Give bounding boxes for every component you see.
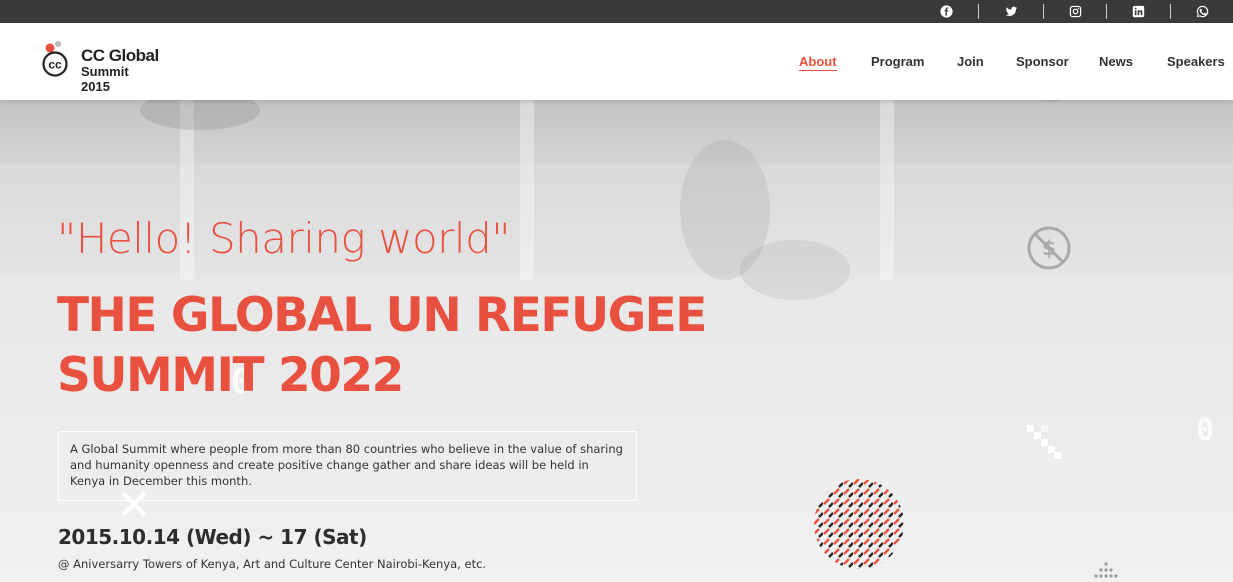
site-header: cc CC Global Summit 2015 About Program J… — [0, 23, 1233, 100]
svg-text:cc: cc — [48, 58, 62, 72]
instagram-icon[interactable] — [1065, 0, 1085, 23]
logo-text-line2: Summit 2015 — [81, 64, 129, 94]
linkedin-icon[interactable] — [1128, 0, 1148, 23]
background-decor — [880, 100, 894, 280]
cc-logo-icon: cc — [42, 41, 68, 77]
hero-title-line: SUMMIT 2022 — [57, 348, 404, 403]
nav-about[interactable]: About — [799, 54, 837, 71]
hero-description-box: A Global Summit where people from more t… — [58, 431, 637, 501]
social-divider — [978, 4, 979, 19]
pattern-ball-decor — [814, 479, 904, 569]
hero-section: $ 0 0 "Hello! Sharing world" THE GLOBAL … — [0, 100, 1233, 582]
hero-title-line: THE GLOBAL UN REFUGEE — [57, 288, 707, 343]
nav-news[interactable]: News — [1099, 54, 1133, 69]
event-date: 2015.10.14 (Wed) ~ 17 (Sat) — [58, 525, 367, 549]
hero-description: A Global Summit where people from more t… — [70, 442, 623, 488]
social-divider — [1170, 4, 1171, 19]
nav-sponsor[interactable]: Sponsor — [1016, 54, 1069, 69]
nav-speakers[interactable]: Speakers — [1167, 54, 1225, 69]
background-decor — [1027, 425, 1061, 459]
facebook-icon[interactable] — [936, 0, 956, 23]
social-topbar — [0, 0, 1233, 23]
twitter-icon[interactable] — [1001, 0, 1021, 23]
background-decor: 0 — [1196, 413, 1215, 448]
logo-text-line1: CC Global — [81, 46, 159, 65]
nav-join[interactable]: Join — [957, 54, 984, 69]
no-money-icon: $ — [1027, 226, 1071, 270]
social-divider — [1106, 4, 1107, 19]
social-divider — [1043, 4, 1044, 19]
event-venue: @ Aniversarry Towers of Kenya, Art and C… — [58, 557, 487, 571]
nav-program[interactable]: Program — [871, 54, 924, 69]
hero-tagline: "Hello! Sharing world" — [57, 214, 511, 263]
hero-title: THE GLOBAL UN REFUGEE SUMMIT 2022 — [57, 286, 757, 406]
background-decor — [1094, 562, 1118, 578]
site-logo[interactable]: cc CC Global Summit 2015 — [40, 38, 160, 94]
svg-text:$: $ — [1042, 236, 1056, 260]
background-decor — [520, 100, 534, 280]
whatsapp-icon[interactable] — [1192, 0, 1212, 23]
